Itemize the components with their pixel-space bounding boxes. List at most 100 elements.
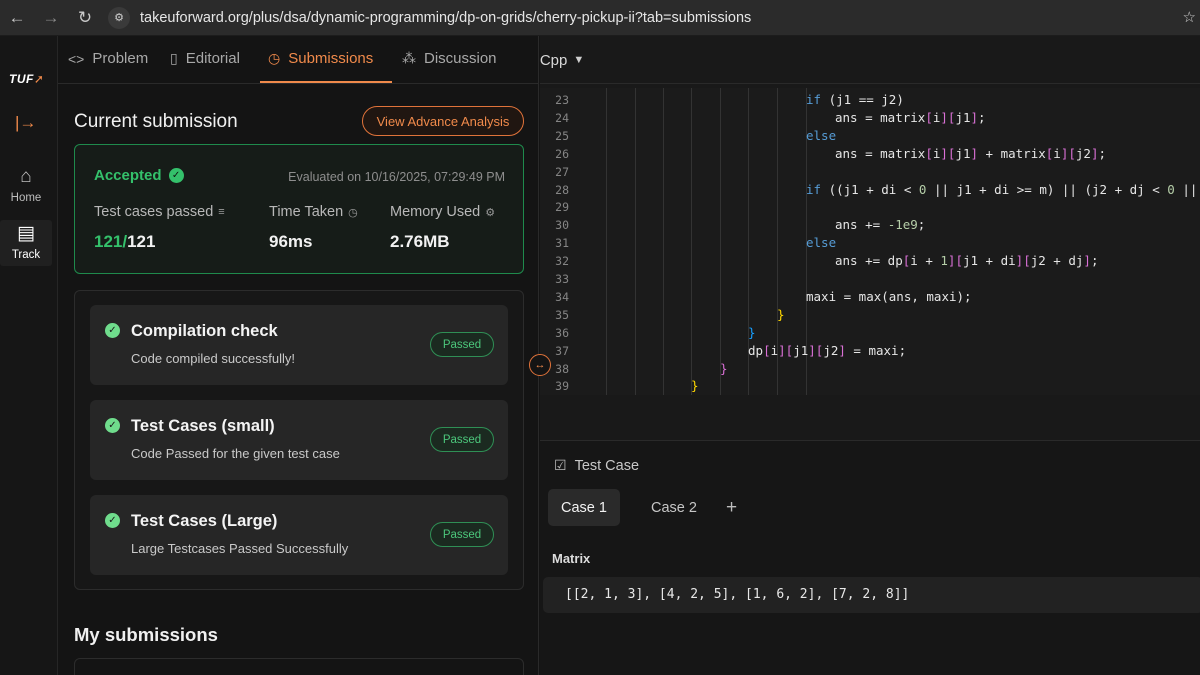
editor-panel: ▯ Cpp ▼ 23 if (j1 == j2) 24 ans = matrix[i]… <box>540 36 1200 675</box>
check-title: Test Cases (Large) <box>131 512 278 530</box>
line-number: 27 <box>555 164 569 179</box>
code-line: 36} <box>540 324 1200 342</box>
code-text: ans += -1e9; <box>835 217 926 233</box>
check-circle-icon: ✓ <box>168 168 184 183</box>
passed-badge: Passed <box>430 332 494 357</box>
code-line: 26 ans = matrix[i][j1] + matrix[i][j2]; <box>540 145 1200 163</box>
check-circle-icon: ✓ <box>105 513 120 528</box>
editor-toolbar: ▯ Cpp ▼ <box>540 36 1200 84</box>
memory-used-value: 2.76MB <box>390 232 450 251</box>
line-number: 23 <box>555 93 569 107</box>
total-count: 121 <box>127 232 156 251</box>
code-text: } <box>691 378 699 394</box>
code-line: 24 ans = matrix[i][j1]; <box>540 109 1200 127</box>
tab-case-2[interactable]: Case 2 <box>638 489 710 526</box>
check-circle-icon: ✓ <box>105 323 120 338</box>
stat-label-text: Memory Used <box>390 204 481 220</box>
code-line: 28 if ((j1 + di < 0 || j1 + di >= m) || (… <box>540 181 1200 199</box>
line-number: 25 <box>555 128 569 143</box>
stat-label-text: Test cases passed <box>94 204 214 220</box>
code-line: 35} <box>540 306 1200 324</box>
rail-item-label: Home <box>10 192 42 204</box>
code-line: 34 maxi = max(ans, maxi); <box>540 288 1200 306</box>
tab-discussion[interactable]: ⁂ Discussion <box>402 50 497 67</box>
code-line: 29 <box>540 198 1200 216</box>
tab-problem[interactable]: <> Problem <box>68 50 148 67</box>
evaluated-timestamp: Evaluated on 10/16/2025, 07:29:49 PM <box>288 170 505 184</box>
reload-icon[interactable]: ↻ <box>68 0 102 36</box>
code-text: ans = matrix[i][j1]; <box>835 109 986 125</box>
check-card: ✓ Compilation check Code compiled succes… <box>90 305 508 385</box>
code-line: 30 ans += -1e9; <box>540 216 1200 234</box>
add-case-icon[interactable]: + <box>726 497 737 519</box>
forward-icon[interactable]: → <box>34 0 68 36</box>
view-advance-analysis-button[interactable]: View Advance Analysis <box>362 106 524 136</box>
code-text: ans = matrix[i][j1] + matrix[i][j2]; <box>835 145 1107 161</box>
tab-case-1[interactable]: Case 1 <box>548 489 620 526</box>
matrix-input[interactable]: [[2, 1, 3], [4, 2, 5], [1, 6, 2], [7, 2,… <box>543 577 1200 613</box>
code-text: if (j1 == j2) <box>806 92 904 107</box>
resize-handle-icon[interactable]: ↔ <box>529 354 551 376</box>
status-text: Accepted <box>94 167 162 184</box>
check-title: Test Cases (small) <box>131 417 275 435</box>
matrix-label: Matrix <box>552 551 591 566</box>
check-card: ✓ Test Cases (small) Code Passed for the… <box>90 400 508 480</box>
rail-item-track[interactable]: ▤ Track <box>0 220 52 266</box>
code-text: ans += dp[i + 1][j1 + di][j2 + dj]; <box>835 253 1099 269</box>
address-bar[interactable]: ⚙ takeuforward.org/plus/dsa/dynamic-prog… <box>108 4 1200 32</box>
page-title: Current submission <box>74 111 238 132</box>
code-text: else <box>806 235 837 251</box>
document-icon: ▯ <box>170 50 178 66</box>
site-info-icon[interactable]: ⚙ <box>108 6 130 29</box>
tuf-logo[interactable]: TUF➚ <box>9 72 44 86</box>
line-number: 24 <box>555 110 569 125</box>
my-submissions-table <box>74 658 524 675</box>
code-line: 37 dp[i][j1][j2] = maxi; <box>540 342 1200 360</box>
code-text: dp[i][j1][j2] = maxi; <box>748 342 907 358</box>
line-number: 26 <box>555 146 569 161</box>
test-case-heading: ☑ Test Case <box>554 457 639 474</box>
test-case-panel: ☑ Test Case Case 1 Case 2 + Matrix [[2, … <box>540 440 1200 675</box>
language-select[interactable]: ▯ Cpp ▼ <box>540 50 584 70</box>
time-taken-label: Time Taken ◷ <box>269 204 358 220</box>
line-number: 34 <box>555 289 569 304</box>
memory-used-label: Memory Used ⚙ <box>390 204 495 220</box>
code-icon: <> <box>68 50 85 67</box>
tab-label: Discussion <box>424 50 497 67</box>
submission-panel: <> Problem ▯ Editorial ◷ Submissions ⁂ D… <box>58 36 539 675</box>
code-text: else <box>806 127 837 143</box>
home-icon: ⌂ <box>20 166 32 187</box>
back-icon[interactable]: ← <box>0 0 34 36</box>
code-editor[interactable]: 23 if (j1 == j2) 24 ans = matrix[i][j1]; 25 e… <box>540 88 1200 395</box>
code-text: } <box>777 306 785 322</box>
check-title: Compilation check <box>131 322 278 340</box>
track-icon: ▤ <box>17 223 35 244</box>
code-text: if ((j1 + di < 0 || j1 + di >= m) || (j2… <box>806 181 1198 197</box>
rail-item-home[interactable]: ⌂ Home <box>0 166 52 204</box>
test-case-title: Test Case <box>574 457 640 474</box>
tab-submissions[interactable]: ◷ Submissions <box>268 50 373 67</box>
chip-icon: ⚙ <box>485 206 496 219</box>
checks-list: ✓ Compilation check Code compiled succes… <box>74 290 524 590</box>
line-number: 32 <box>555 254 569 269</box>
line-number: 31 <box>555 236 569 251</box>
bookmark-star-icon[interactable]: ☆ <box>1183 8 1196 26</box>
clock-icon: ◷ <box>268 50 281 66</box>
code-text: } <box>748 324 756 340</box>
browser-toolbar: ← → ↻ ⚙ takeuforward.org/plus/dsa/dynami… <box>0 0 1200 36</box>
url-text[interactable]: takeuforward.org/plus/dsa/dynamic-progra… <box>140 10 751 26</box>
my-submissions-heading: My submissions <box>74 624 218 645</box>
tab-label: Problem <box>92 50 149 67</box>
clock-icon: ◷ <box>348 206 358 219</box>
problem-tabs: <> Problem ▯ Editorial ◷ Submissions ⁂ D… <box>58 36 538 84</box>
time-taken-value: 96ms <box>269 232 313 251</box>
tab-editorial[interactable]: ▯ Editorial <box>170 50 240 67</box>
code-line: 31 else <box>540 234 1200 252</box>
expand-sidebar-icon[interactable]: |→ <box>15 113 36 133</box>
tab-label: Submissions <box>288 50 374 67</box>
line-number: 33 <box>555 272 569 286</box>
test-cases-value: 121/121 <box>94 232 155 252</box>
check-card: ✓ Test Cases (Large) Large Testcases Pas… <box>90 495 508 575</box>
check-description: Code compiled successfully! <box>131 351 296 366</box>
code-line: 38} <box>540 360 1200 378</box>
